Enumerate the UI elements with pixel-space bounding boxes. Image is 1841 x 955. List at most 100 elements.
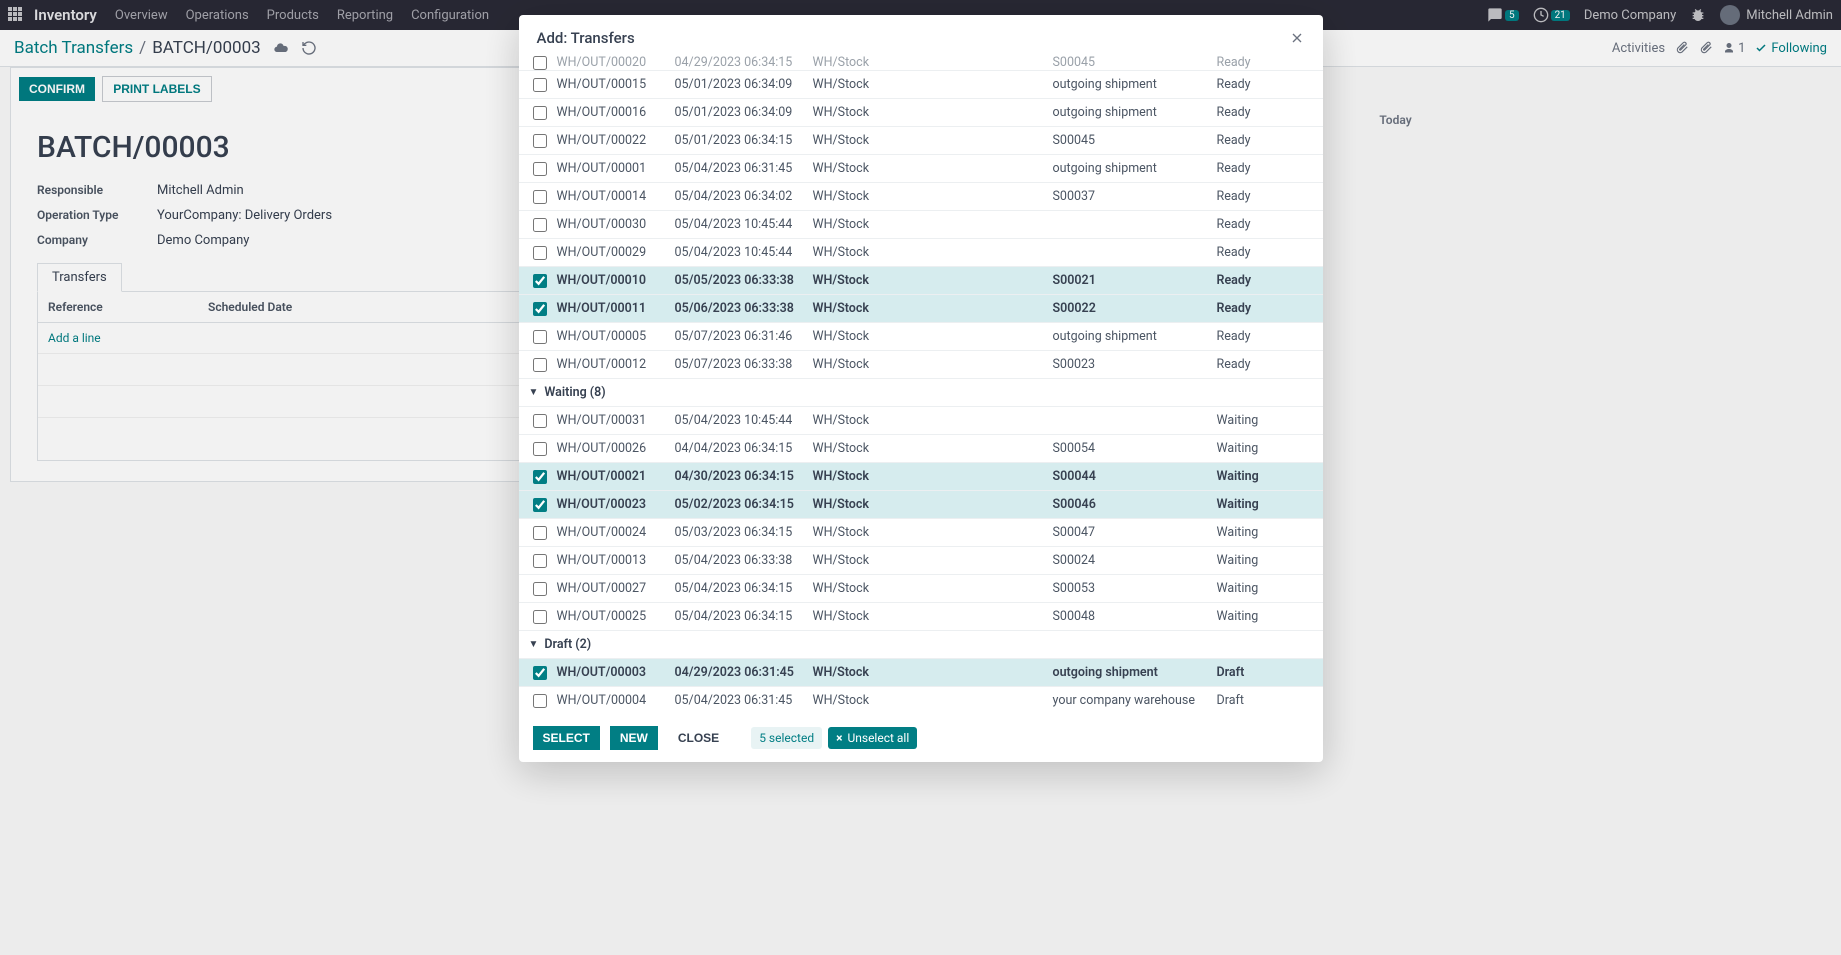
row-checkbox[interactable] bbox=[533, 666, 547, 680]
row-checkbox[interactable] bbox=[533, 610, 547, 624]
cell-date: 05/01/2023 06:34:15 bbox=[675, 133, 813, 148]
row-checkbox[interactable] bbox=[533, 302, 547, 316]
row-checkbox[interactable] bbox=[533, 78, 547, 92]
modal-title: Add: Transfers bbox=[537, 29, 635, 47]
cell-status: Waiting bbox=[1217, 469, 1319, 484]
cell-date: 05/04/2023 06:34:02 bbox=[675, 189, 813, 204]
cell-reference: WH/OUT/00005 bbox=[557, 329, 675, 344]
cell-status: Ready bbox=[1217, 189, 1319, 204]
cell-date: 05/02/2023 06:34:15 bbox=[675, 497, 813, 512]
table-row[interactable]: WH/OUT/0001605/01/2023 06:34:09WH/Stocko… bbox=[519, 98, 1323, 126]
cell-source: S00048 bbox=[1053, 609, 1217, 624]
cell-location: WH/Stock bbox=[813, 329, 1053, 344]
row-checkbox[interactable] bbox=[533, 498, 547, 512]
cell-location: WH/Stock bbox=[813, 217, 1053, 232]
row-checkbox[interactable] bbox=[533, 470, 547, 484]
table-row[interactable]: WH/OUT/0001005/05/2023 06:33:38WH/StockS… bbox=[519, 266, 1323, 294]
group-label: Waiting (8) bbox=[544, 385, 605, 400]
cell-date: 05/04/2023 06:31:45 bbox=[675, 161, 813, 176]
row-checkbox[interactable] bbox=[533, 694, 547, 708]
cell-reference: WH/OUT/00030 bbox=[557, 217, 675, 232]
cell-status: Ready bbox=[1217, 329, 1319, 344]
table-row[interactable]: WH/OUT/0000505/07/2023 06:31:46WH/Stocko… bbox=[519, 322, 1323, 350]
cell-source: S00046 bbox=[1053, 497, 1217, 512]
row-checkbox[interactable] bbox=[533, 330, 547, 344]
cell-status: Ready bbox=[1217, 217, 1319, 232]
cell-date: 05/04/2023 06:33:38 bbox=[675, 553, 813, 568]
cell-location: WH/Stock bbox=[813, 301, 1053, 316]
cell-location: WH/Stock bbox=[813, 525, 1053, 540]
unselect-all-button[interactable]: × Unselect all bbox=[828, 727, 917, 749]
table-row[interactable]: WH/OUT/0002104/30/2023 06:34:15WH/StockS… bbox=[519, 462, 1323, 490]
table-row[interactable]: WH/OUT/0003005/04/2023 10:45:44WH/Stock R… bbox=[519, 210, 1323, 238]
cell-status: Ready bbox=[1217, 133, 1319, 148]
table-row[interactable]: WH/OUT/0001205/07/2023 06:33:38WH/StockS… bbox=[519, 350, 1323, 378]
cell-date: 05/01/2023 06:34:09 bbox=[675, 77, 813, 92]
cell-date: 05/04/2023 10:45:44 bbox=[675, 245, 813, 260]
table-row[interactable]: WH/OUT/0002405/03/2023 06:34:15WH/StockS… bbox=[519, 518, 1323, 546]
table-row[interactable]: WH/OUT/0000105/04/2023 06:31:45WH/Stocko… bbox=[519, 154, 1323, 182]
cell-reference: WH/OUT/00021 bbox=[557, 469, 675, 484]
cell-source: outgoing shipment bbox=[1053, 665, 1217, 680]
cell-source: S00045 bbox=[1053, 133, 1217, 148]
cell-reference: WH/OUT/00001 bbox=[557, 161, 675, 176]
cell-location: WH/Stock bbox=[813, 77, 1053, 92]
row-checkbox[interactable] bbox=[533, 582, 547, 596]
cell-status: Ready bbox=[1217, 357, 1319, 372]
row-checkbox[interactable] bbox=[533, 274, 547, 288]
select-button[interactable]: SELECT bbox=[533, 726, 600, 750]
row-checkbox[interactable] bbox=[533, 358, 547, 372]
cell-date: 04/04/2023 06:34:15 bbox=[675, 441, 813, 456]
cell-location: WH/Stock bbox=[813, 469, 1053, 484]
caret-down-icon: ▼ bbox=[529, 387, 539, 398]
cell-reference: WH/OUT/00016 bbox=[557, 105, 675, 120]
row-checkbox[interactable] bbox=[533, 414, 547, 428]
row-checkbox[interactable] bbox=[533, 442, 547, 456]
table-row[interactable]: WH/OUT/0001305/04/2023 06:33:38WH/StockS… bbox=[519, 546, 1323, 574]
table-row[interactable]: WH/OUT/0002604/04/2023 06:34:15WH/StockS… bbox=[519, 434, 1323, 462]
table-row[interactable]: WH/OUT/0001405/04/2023 06:34:02WH/StockS… bbox=[519, 182, 1323, 210]
table-row[interactable]: WH/OUT/0002205/01/2023 06:34:15WH/StockS… bbox=[519, 126, 1323, 154]
table-row[interactable]: WH/OUT/0002905/04/2023 10:45:44WH/StockR… bbox=[519, 238, 1323, 266]
row-checkbox[interactable] bbox=[533, 134, 547, 148]
cell-date: 05/04/2023 06:34:15 bbox=[675, 581, 813, 596]
table-row[interactable]: WH/OUT/0001105/06/2023 06:33:38WH/StockS… bbox=[519, 294, 1323, 322]
cell-location: WH/Stock bbox=[813, 581, 1053, 596]
table-row[interactable]: WH/OUT/0001505/01/2023 06:34:09WH/Stocko… bbox=[519, 70, 1323, 98]
close-icon[interactable] bbox=[1289, 30, 1305, 46]
cell-reference: WH/OUT/00025 bbox=[557, 609, 675, 624]
selected-count-pill: 5 selected bbox=[751, 727, 822, 749]
cell-reference: WH/OUT/00013 bbox=[557, 553, 675, 568]
table-row[interactable]: WH/OUT/0002004/29/2023 06:34:15WH/StockS… bbox=[519, 55, 1323, 70]
cell-status: Waiting bbox=[1217, 609, 1319, 624]
row-checkbox[interactable] bbox=[533, 246, 547, 260]
row-checkbox[interactable] bbox=[533, 218, 547, 232]
table-row[interactable]: WH/OUT/0003105/04/2023 10:45:44WH/StockW… bbox=[519, 406, 1323, 434]
cell-location: WH/Stock bbox=[813, 105, 1053, 120]
group-header[interactable]: ▼Draft (2) bbox=[519, 630, 1323, 658]
cell-source: S00047 bbox=[1053, 525, 1217, 540]
cell-reference: WH/OUT/00015 bbox=[557, 77, 675, 92]
row-checkbox[interactable] bbox=[533, 162, 547, 176]
close-button[interactable]: CLOSE bbox=[668, 726, 729, 750]
table-row[interactable]: WH/OUT/0000304/29/2023 06:31:45WH/Stocko… bbox=[519, 658, 1323, 686]
cell-reference: WH/OUT/00020 bbox=[557, 55, 675, 70]
row-checkbox[interactable] bbox=[533, 190, 547, 204]
table-row[interactable]: WH/OUT/0002505/04/2023 06:34:15WH/StockS… bbox=[519, 602, 1323, 630]
group-header[interactable]: ▼ Waiting (8) bbox=[519, 378, 1323, 406]
row-checkbox[interactable] bbox=[533, 106, 547, 120]
cell-reference: WH/OUT/00024 bbox=[557, 525, 675, 540]
cell-date: 05/04/2023 10:45:44 bbox=[675, 217, 813, 232]
row-checkbox[interactable] bbox=[533, 526, 547, 540]
cell-status: Ready bbox=[1217, 161, 1319, 176]
cell-reference: WH/OUT/00014 bbox=[557, 189, 675, 204]
cell-date: 05/07/2023 06:31:46 bbox=[675, 329, 813, 344]
cell-location: WH/Stock bbox=[813, 497, 1053, 512]
table-row[interactable]: WH/OUT/0002305/02/2023 06:34:15WH/StockS… bbox=[519, 490, 1323, 518]
table-row[interactable]: WH/OUT/0000405/04/2023 06:31:45WH/Stocky… bbox=[519, 686, 1323, 714]
row-checkbox[interactable] bbox=[533, 56, 547, 70]
cell-source: outgoing shipment bbox=[1053, 77, 1217, 92]
new-button[interactable]: NEW bbox=[610, 726, 658, 750]
table-row[interactable]: WH/OUT/0002705/04/2023 06:34:15WH/StockS… bbox=[519, 574, 1323, 602]
row-checkbox[interactable] bbox=[533, 554, 547, 568]
